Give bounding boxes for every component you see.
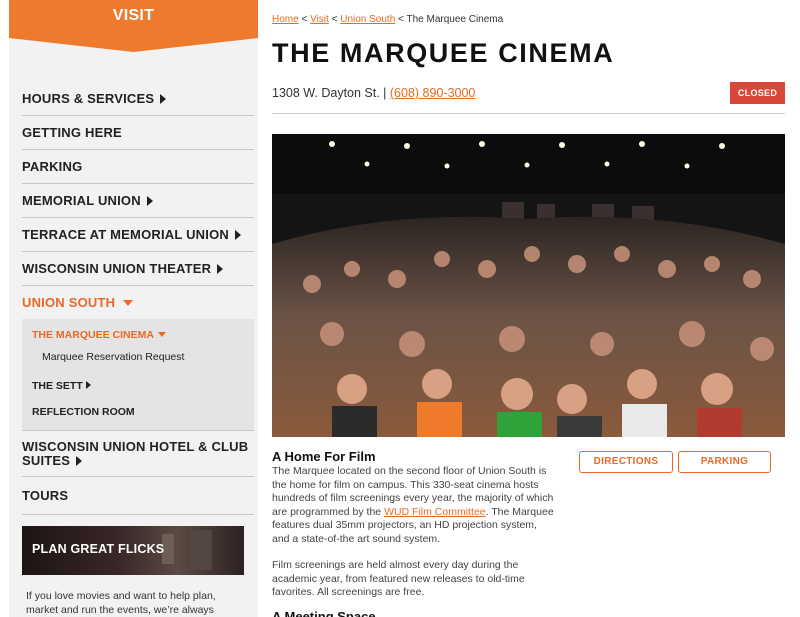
chevron-right-icon [76, 456, 83, 466]
nav-hotel-club-suites[interactable]: WISCONSIN UNION HOTEL & CLUB SUITES [22, 431, 254, 477]
nav-label: TERRACE AT MEMORIAL UNION [22, 227, 229, 242]
sidebar: VISIT HOURS & SERVICES GETTING HERE PARK… [9, 0, 258, 617]
subnav-the-sett[interactable]: THE SETT [32, 376, 254, 398]
promo-banner[interactable]: PLAN GREAT FLICKS [22, 526, 244, 575]
nav-label: WISCONSIN UNION HOTEL & CLUB SUITES [22, 439, 249, 468]
nav-parking[interactable]: PARKING [22, 150, 254, 184]
phone-link[interactable]: (608) 890-3000 [390, 86, 475, 100]
body-text: The Marquee located on the second floor … [272, 465, 557, 613]
chevron-right-icon [160, 94, 167, 104]
nav-label: UNION SOUTH [22, 295, 116, 310]
nav-label: PARKING [22, 159, 83, 174]
chevron-right-icon [234, 230, 241, 240]
chevron-right-icon [85, 381, 91, 389]
subnav-label: REFLECTION ROOM [32, 406, 135, 418]
page-title: THE MARQUEE CINEMA [272, 38, 615, 68]
chevron-down-icon [123, 300, 134, 306]
subnav-label: THE SETT [32, 380, 83, 392]
section-heading: A Meeting Space [272, 609, 376, 617]
address-row: 1308 W. Dayton St. | (608) 890-3000 [272, 86, 785, 100]
nav-label: TOURS [22, 488, 69, 503]
nav-union-theater[interactable]: WISCONSIN UNION THEATER [22, 252, 254, 286]
nav-memorial-union[interactable]: MEMORIAL UNION [22, 184, 254, 218]
directions-button[interactable]: DIRECTIONS [579, 451, 673, 473]
subnav-reservation-request[interactable]: Marquee Reservation Request [32, 347, 254, 376]
paragraph: The Marquee located on the second floor … [272, 465, 557, 546]
nav-hours-services[interactable]: HOURS & SERVICES [22, 82, 254, 116]
chevron-right-icon [146, 196, 153, 206]
breadcrumb-union-south[interactable]: Union South [340, 14, 395, 25]
nav-label: HOURS & SERVICES [22, 91, 155, 106]
sidebar-nav: HOURS & SERVICES GETTING HERE PARKING ME… [22, 82, 254, 515]
nav-label: WISCONSIN UNION THEATER [22, 261, 212, 276]
subnav-marquee-cinema[interactable]: THE MARQUEE CINEMA [32, 325, 254, 347]
breadcrumb: Home < Visit < Union South < The Marquee… [272, 14, 503, 25]
nav-union-south[interactable]: UNION SOUTH [22, 286, 254, 319]
parking-button[interactable]: PARKING [678, 451, 771, 473]
paragraph: Film screenings are held almost every da… [272, 559, 525, 598]
nav-getting-here[interactable]: GETTING HERE [22, 116, 254, 150]
promo-text: If you love movies and want to help plan… [26, 590, 216, 616]
breadcrumb-visit[interactable]: Visit [310, 14, 329, 25]
status-badge: CLOSED [730, 82, 785, 104]
subnav-reflection-room[interactable]: REFLECTION ROOM [32, 398, 254, 424]
breadcrumb-separator: < [298, 14, 311, 25]
nav-tours[interactable]: TOURS [22, 477, 254, 515]
hero-image [272, 134, 785, 437]
nav-terrace[interactable]: TERRACE AT MEMORIAL UNION [22, 218, 254, 252]
breadcrumb-separator: < [328, 14, 341, 25]
breadcrumb-home[interactable]: Home [272, 14, 299, 25]
union-south-subnav: THE MARQUEE CINEMA Marquee Reservation R… [22, 319, 254, 431]
nav-label: MEMORIAL UNION [22, 193, 141, 208]
divider [272, 113, 785, 114]
chevron-right-icon [217, 264, 224, 274]
cinema-audience-photo [272, 134, 785, 437]
breadcrumb-current: < The Marquee Cinema [395, 14, 504, 25]
promo-title: PLAN GREAT FLICKS [32, 542, 165, 556]
visit-banner[interactable]: VISIT [9, 0, 258, 52]
address-text: 1308 W. Dayton St. | [272, 86, 390, 100]
chevron-down-icon [157, 332, 166, 337]
subnav-label: THE MARQUEE CINEMA [32, 329, 154, 341]
section-heading: A Home For Film [272, 449, 376, 464]
nav-label: GETTING HERE [22, 125, 122, 140]
visit-label: VISIT [112, 7, 155, 24]
wud-film-committee-link[interactable]: WUD Film Committee [384, 506, 486, 518]
